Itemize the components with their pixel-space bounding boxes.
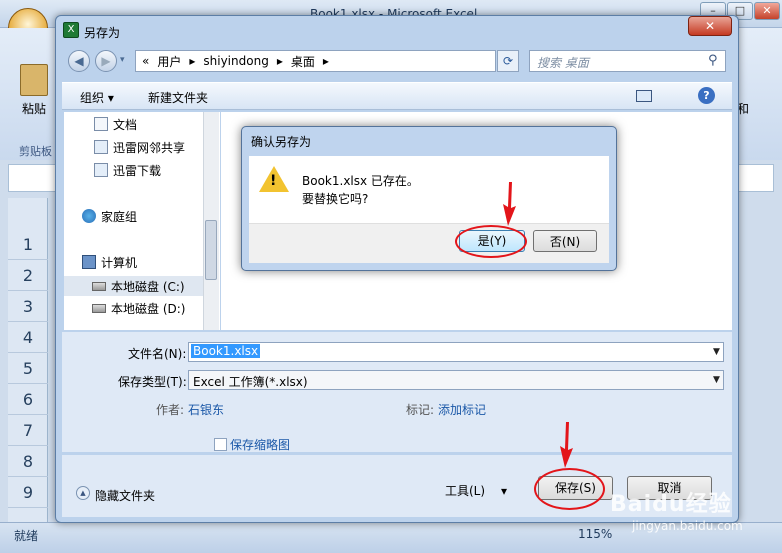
hide-folders-button[interactable]: 隐藏文件夹 xyxy=(95,487,155,504)
save-thumbnail-checkbox[interactable] xyxy=(214,438,227,451)
save-thumbnail-label[interactable]: 保存缩略图 xyxy=(230,436,290,453)
homegroup-icon xyxy=(82,209,96,223)
author-label: 作者: xyxy=(156,403,185,417)
tree-item-label: 本地磁盘 (D:) xyxy=(111,301,186,316)
tree-item-label: 文档 xyxy=(113,117,138,132)
search-icon[interactable]: ⚲ xyxy=(708,53,718,68)
help-icon[interactable]: ? xyxy=(698,87,715,104)
tree-item-label: 本地磁盘 (C:) xyxy=(111,279,185,294)
excel-app-icon: X xyxy=(63,22,79,38)
filename-label: 文件名(N): xyxy=(128,347,187,361)
row-number[interactable]: 9 xyxy=(8,477,48,508)
confirm-title: 确认另存为 xyxy=(251,135,312,149)
confirm-message-line1: Book1.xlsx 已存在。 xyxy=(302,174,419,188)
drive-icon xyxy=(92,303,106,313)
tree-item-drive-c[interactable]: 本地磁盘 (C:) xyxy=(64,276,203,296)
search-placeholder: 搜索 桌面 xyxy=(537,56,589,70)
address-separator[interactable]: ▸ xyxy=(323,54,329,68)
address-bar[interactable]: « 用户 ▸ shiyindong ▸ 桌面 ▸ xyxy=(135,50,496,72)
row-number[interactable]: 6 xyxy=(8,384,48,415)
chevron-down-icon[interactable]: ▾ xyxy=(501,484,507,498)
address-segment[interactable]: 桌面 xyxy=(291,53,315,70)
tree-item-documents[interactable]: 文档 xyxy=(94,114,137,134)
filename-value[interactable]: Book1.xlsx xyxy=(191,344,261,358)
row-number[interactable]: 2 xyxy=(8,260,48,291)
tree-item-label: 迅雷下载 xyxy=(113,163,162,178)
clipboard-group-label: 剪贴板 xyxy=(19,145,52,158)
row-number[interactable]: 4 xyxy=(8,322,48,353)
address-segment[interactable]: 用户 xyxy=(157,53,181,70)
tools-button[interactable]: 工具(L) xyxy=(445,482,485,499)
paste-label[interactable]: 粘贴 xyxy=(22,100,46,117)
save-as-title: 另存为 xyxy=(84,26,121,40)
back-icon[interactable]: ◀ xyxy=(68,50,90,72)
address-segment[interactable]: shiyindong xyxy=(203,54,268,68)
annotation-arrow-icon xyxy=(560,422,573,468)
document-icon xyxy=(94,117,108,131)
download-icon xyxy=(94,163,108,177)
filetype-label: 保存类型(T): xyxy=(118,375,187,389)
chevron-down-icon[interactable]: ▼ xyxy=(713,347,720,357)
filetype-value[interactable]: Excel 工作簿(*.xlsx) xyxy=(193,373,308,390)
forward-icon[interactable]: ▶ xyxy=(95,50,117,72)
tree-item-homegroup[interactable]: 家庭组 xyxy=(82,206,137,226)
new-folder-button[interactable]: 新建文件夹 xyxy=(148,89,208,106)
tree-item-computer[interactable]: 计算机 xyxy=(82,252,137,272)
paste-icon[interactable] xyxy=(20,64,48,96)
address-separator[interactable]: ▸ xyxy=(277,54,283,68)
drive-icon xyxy=(92,281,106,291)
address-separator[interactable]: ▸ xyxy=(189,54,195,68)
zoom-level[interactable]: 115% xyxy=(578,527,612,541)
tree-item-thunder-download[interactable]: 迅雷下载 xyxy=(94,160,161,180)
row-number[interactable]: 8 xyxy=(8,446,48,477)
status-text: 就绪 xyxy=(14,529,39,543)
annotation-arrow-icon xyxy=(503,182,516,226)
watermark-url: jingyan.baidu.com xyxy=(632,519,743,533)
confirm-message-line2: 要替换它吗? xyxy=(302,192,369,206)
annotation-oval-save xyxy=(534,468,605,510)
organize-button[interactable]: 组织 ▾ xyxy=(80,89,114,106)
row-number[interactable]: 3 xyxy=(8,291,48,322)
chevron-up-icon[interactable]: ▲ xyxy=(76,486,90,500)
recent-pages-dropdown-icon[interactable]: ▾ xyxy=(120,55,125,65)
annotation-oval-yes xyxy=(455,225,527,258)
tree-item-label: 家庭组 xyxy=(101,209,138,224)
address-segment[interactable]: « xyxy=(142,54,149,68)
tags-label: 标记: xyxy=(406,403,435,417)
row-number[interactable]: 1 xyxy=(8,229,48,260)
navigation-pane: 文档 迅雷网邻共享 迅雷下载 家庭组 计算机 本地磁盘 (C:) 本地磁盘 (D… xyxy=(64,112,220,330)
tree-item-thunder-share[interactable]: 迅雷网邻共享 xyxy=(94,137,185,157)
no-button[interactable]: 否(N) xyxy=(533,230,597,252)
share-icon xyxy=(94,140,108,154)
excel-close-button[interactable]: ✕ xyxy=(754,2,780,20)
author-value[interactable]: 石银东 xyxy=(188,401,224,418)
add-tags-link[interactable]: 添加标记 xyxy=(438,401,486,418)
tree-item-label: 迅雷网邻共享 xyxy=(113,140,186,155)
computer-icon xyxy=(82,255,96,269)
nav-scrollbar-thumb[interactable] xyxy=(205,220,217,280)
chevron-down-icon[interactable]: ▼ xyxy=(713,375,720,385)
row-number[interactable]: 7 xyxy=(8,415,48,446)
tree-item-drive-d[interactable]: 本地磁盘 (D:) xyxy=(92,298,185,318)
refresh-icon[interactable]: ⟳ xyxy=(497,50,519,72)
tree-item-label: 计算机 xyxy=(101,255,138,270)
warning-exclamation: ! xyxy=(270,173,277,189)
row-number[interactable]: 5 xyxy=(8,353,48,384)
filename-input[interactable] xyxy=(188,342,724,362)
change-view-icon[interactable] xyxy=(636,90,652,102)
baidu-watermark: Baidu经验 xyxy=(610,492,732,517)
row-headers: 1 2 3 4 5 6 7 8 9 xyxy=(8,198,48,522)
save-as-close-button[interactable]: ✕ xyxy=(688,16,732,36)
